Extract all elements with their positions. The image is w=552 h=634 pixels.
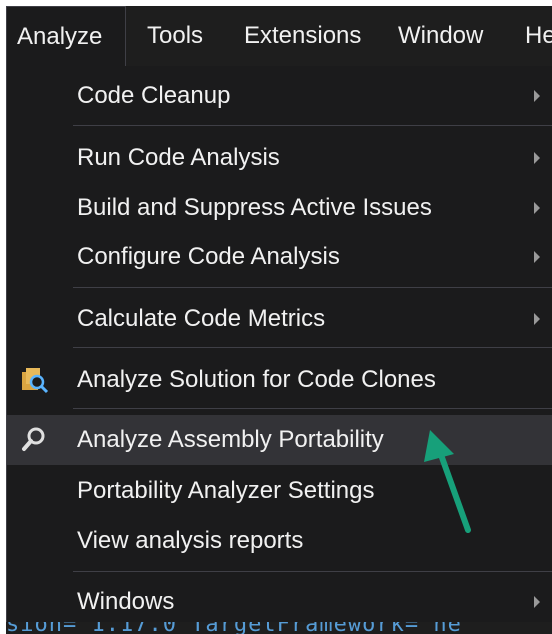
menu-tools[interactable]: Tools	[147, 6, 203, 66]
menu-item-view-analysis-reports[interactable]: View analysis reports	[7, 516, 552, 566]
menu-analyze-label: Analyze	[17, 23, 103, 50]
menu-separator	[73, 347, 552, 348]
menu-analyze[interactable]: Analyze	[6, 6, 126, 66]
menu-item-label: Windows	[77, 588, 175, 615]
submenu-arrow-icon	[534, 313, 540, 325]
menu-item-label: View analysis reports	[77, 527, 304, 554]
menu-item-portability-analyzer-settings[interactable]: Portability Analyzer Settings	[7, 466, 552, 516]
magnifier-icon	[22, 427, 45, 451]
menu-tools-label: Tools	[147, 22, 204, 49]
menu-window-label: Window	[398, 22, 484, 49]
menu-item-label: Calculate Code Metrics	[77, 305, 326, 332]
menu-separator	[73, 287, 552, 288]
menu-separator	[73, 571, 552, 572]
menu-item-label: Analyze Assembly Portability	[77, 426, 384, 453]
menu-help[interactable]: He	[525, 6, 552, 66]
submenu-arrow-icon	[534, 202, 540, 214]
menu-item-code-cleanup[interactable]: Code Cleanup	[7, 71, 552, 121]
menu-separator	[73, 125, 552, 126]
menu-separator	[73, 408, 552, 409]
menu-bar: Analyze Tools Extensions Window He	[6, 6, 552, 66]
menu-item-analyze-code-clones[interactable]: Analyze Solution for Code Clones	[7, 355, 552, 405]
menu-help-label: He	[525, 22, 552, 49]
submenu-arrow-icon	[534, 251, 540, 263]
menu-item-analyze-assembly-portability[interactable]: Analyze Assembly Portability	[7, 415, 552, 465]
submenu-arrow-icon	[534, 90, 540, 102]
menu-item-build-and-suppress[interactable]: Build and Suppress Active Issues	[7, 183, 552, 233]
vs-window: Analyze Tools Extensions Window He Code …	[6, 6, 552, 628]
submenu-arrow-icon	[534, 596, 540, 608]
menu-item-label: Build and Suppress Active Issues	[77, 194, 432, 221]
menu-item-windows[interactable]: Windows	[7, 577, 552, 627]
menu-item-label: Run Code Analysis	[77, 144, 280, 171]
menu-extensions[interactable]: Extensions	[244, 6, 361, 66]
code-editor-peek: sion= 1.17.0 TargetFramework= ne	[6, 622, 552, 634]
code-clones-icon	[22, 368, 49, 394]
menu-item-label: Analyze Solution for Code Clones	[77, 366, 436, 393]
menu-window[interactable]: Window	[398, 6, 483, 66]
menu-item-label: Configure Code Analysis	[77, 243, 340, 270]
menu-item-run-code-analysis[interactable]: Run Code Analysis	[7, 133, 552, 183]
analyze-dropdown-menu: Code Cleanup Run Code Analysis Build and…	[6, 66, 552, 628]
submenu-arrow-icon	[534, 152, 540, 164]
code-text: sion= 1.17.0 TargetFramework= ne	[6, 622, 462, 634]
menu-item-calculate-code-metrics[interactable]: Calculate Code Metrics	[7, 294, 552, 344]
menu-item-label: Code Cleanup	[77, 82, 231, 109]
menu-item-label: Portability Analyzer Settings	[77, 477, 375, 504]
menu-extensions-label: Extensions	[244, 22, 362, 49]
menu-item-configure-code-analysis[interactable]: Configure Code Analysis	[7, 232, 552, 282]
